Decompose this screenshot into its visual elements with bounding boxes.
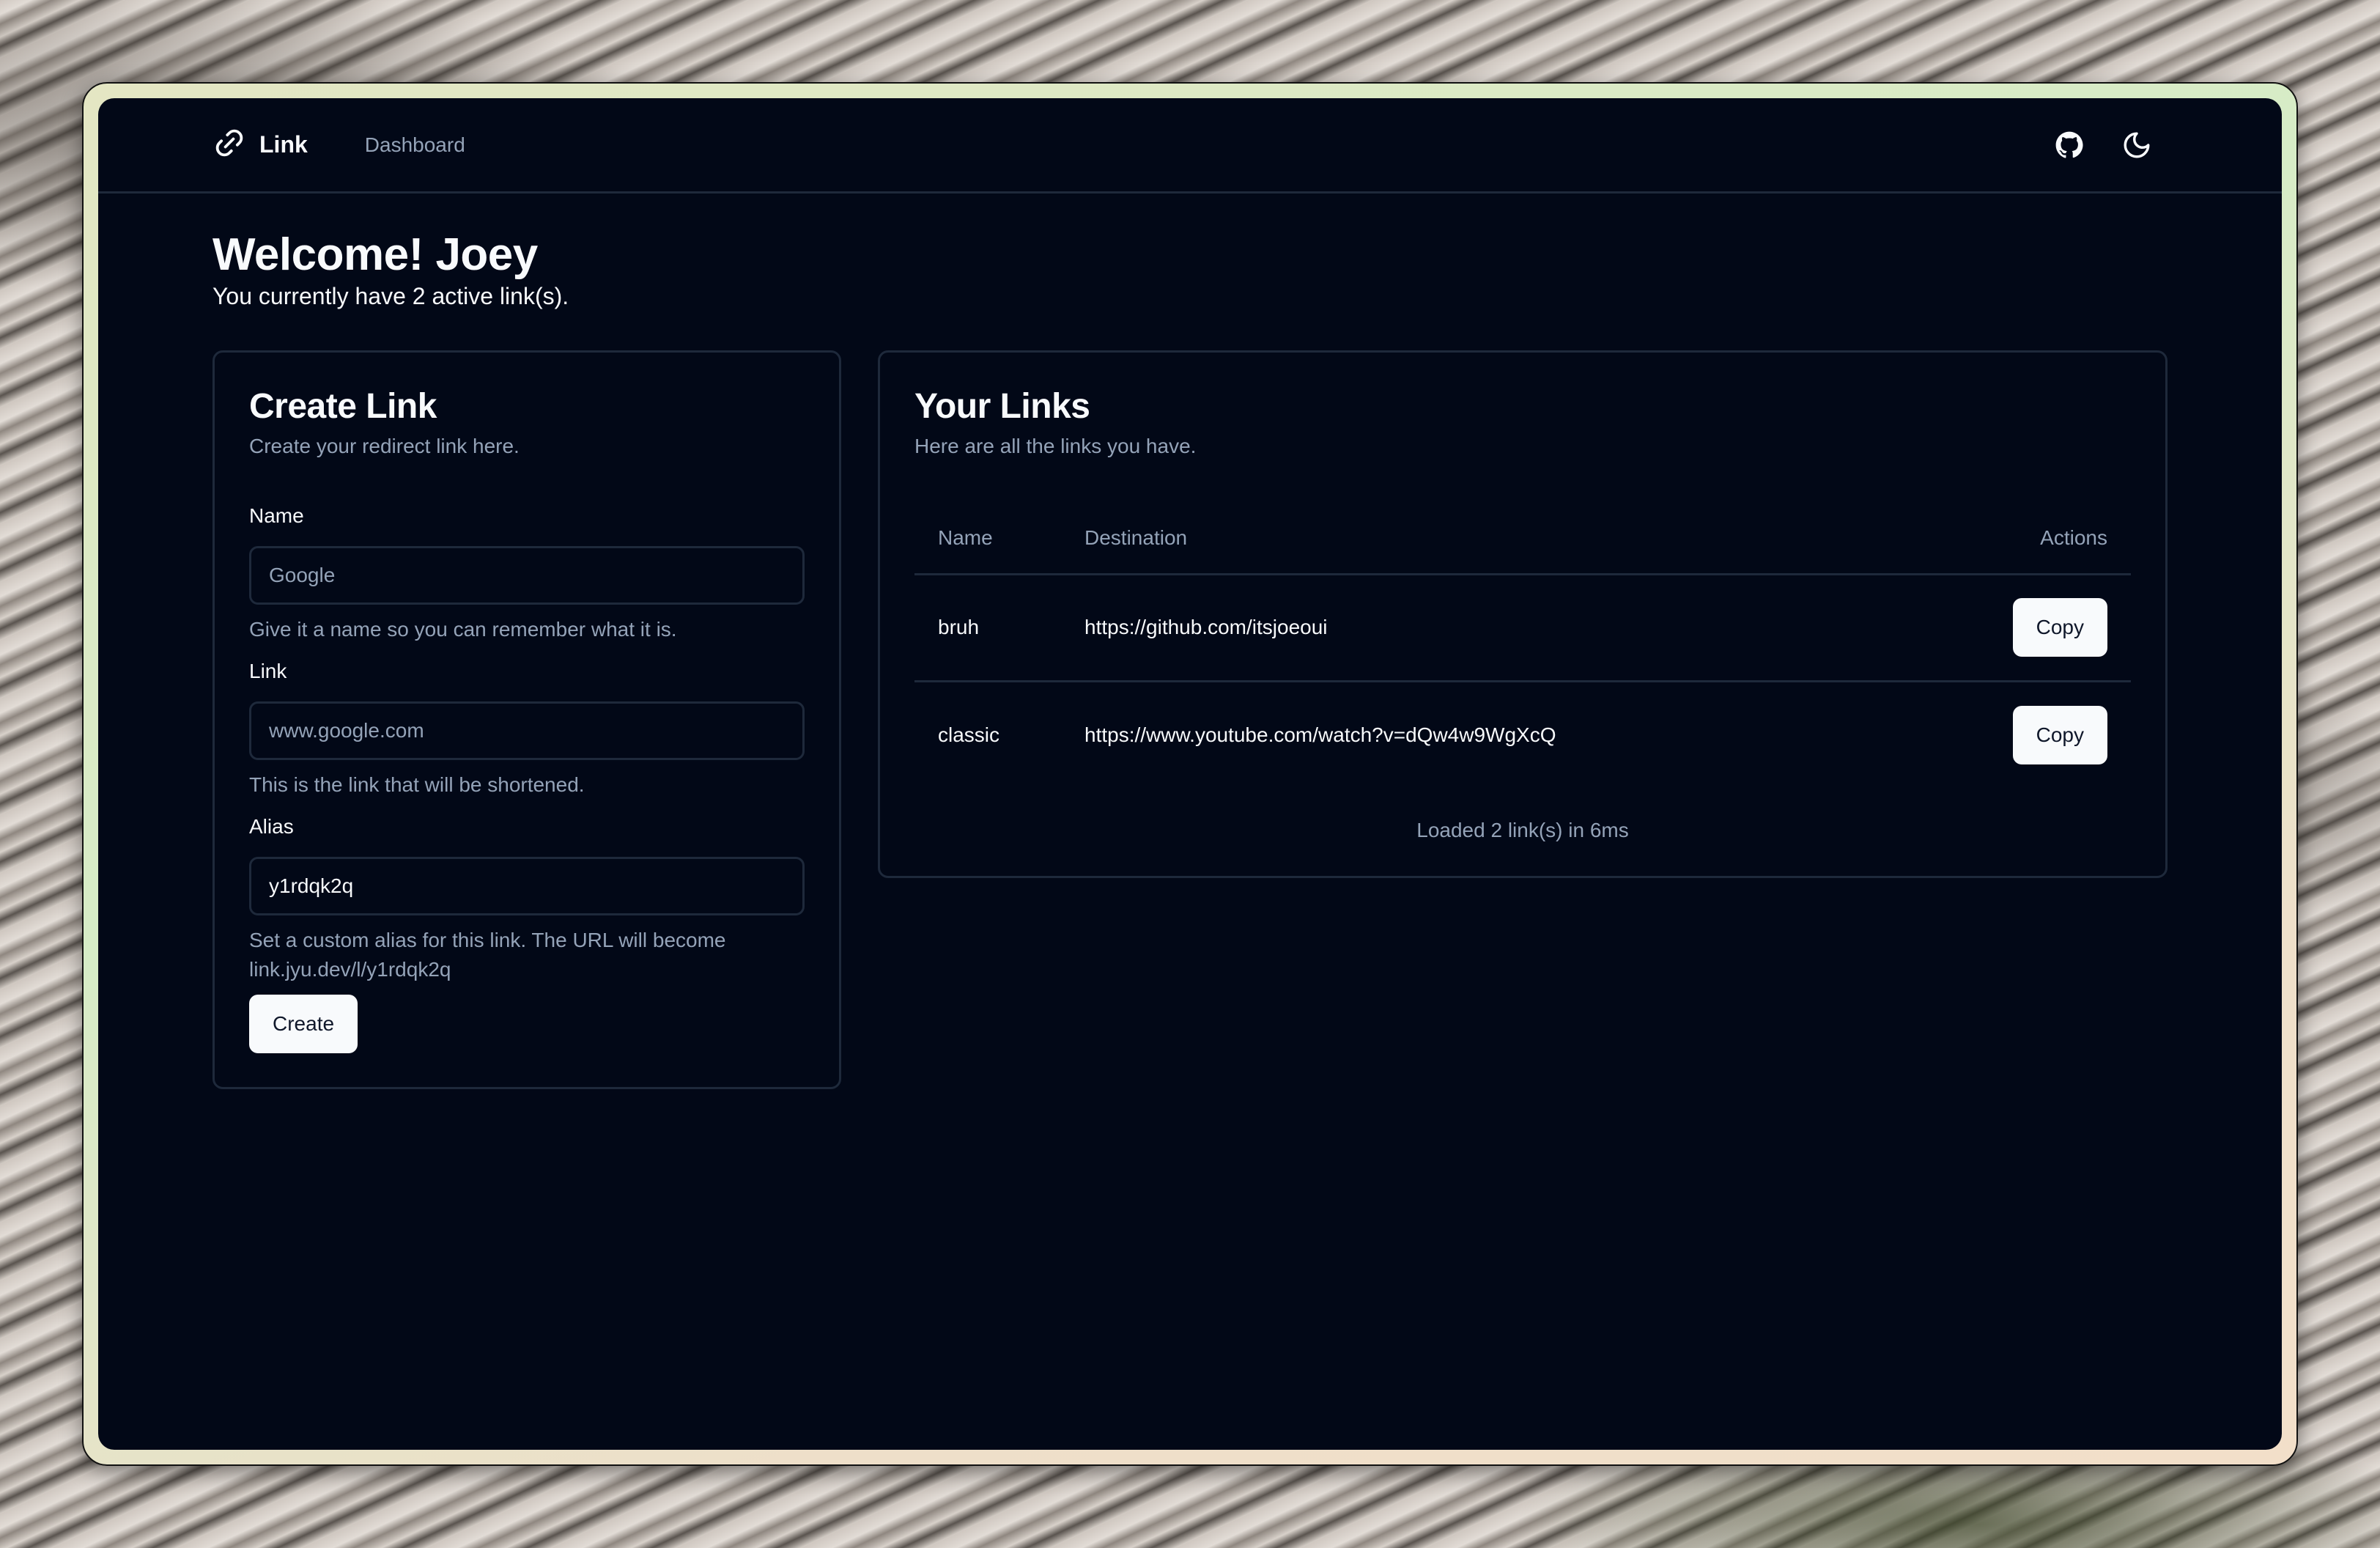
link-label: Link [249, 660, 287, 682]
brand[interactable]: Link [212, 126, 308, 163]
your-links-description: Here are all the links you have. [914, 435, 1197, 457]
github-icon[interactable] [2053, 129, 2085, 161]
create-button[interactable]: Create [249, 995, 358, 1053]
main-content: Welcome! Joey You currently have 2 activ… [98, 229, 2282, 1089]
links-table: Name Destination Actions bruh https://gi… [914, 504, 2131, 788]
navbar: Link Dashboard [98, 98, 2282, 194]
nav-link-dashboard[interactable]: Dashboard [365, 133, 465, 157]
copy-button[interactable]: Copy [2012, 705, 2107, 764]
name-help-text: Give it a name so you can remember what … [249, 618, 677, 641]
link-input[interactable] [249, 701, 805, 760]
alias-input[interactable] [249, 857, 805, 915]
column-header-name: Name [914, 504, 1061, 575]
link-actions: Copy [1902, 681, 2131, 788]
app-window: Link Dashboard Welcome! Joey You current… [98, 98, 2282, 1450]
brand-name: Link [259, 131, 308, 158]
create-link-card: Create Link Create your redirect link he… [212, 350, 841, 1089]
column-header-actions: Actions [1901, 504, 2131, 575]
your-links-card: Your Links Here are all the links you ha… [878, 350, 2168, 878]
alias-label: Alias [249, 815, 294, 838]
link-destination: https://www.youtube.com/watch?v=dQw4w9Wg… [1084, 723, 1556, 746]
cards-row: Create Link Create your redirect link he… [212, 350, 2168, 1089]
moon-icon[interactable] [2121, 129, 2153, 161]
link-icon [212, 126, 246, 163]
window-frame: Link Dashboard Welcome! Joey You current… [82, 82, 2298, 1466]
your-links-title: Your Links [914, 387, 1090, 426]
alias-help-text: Set a custom alias for this link. The UR… [249, 929, 726, 981]
active-links-summary: You currently have 2 active link(s). [212, 283, 569, 309]
table-header-row: Name Destination Actions [914, 504, 2131, 575]
page-title: Welcome! Joey [212, 229, 538, 280]
create-link-description: Create your redirect link here. [249, 435, 520, 457]
copy-button[interactable]: Copy [2012, 598, 2107, 657]
table-row: bruh https://github.com/itsjoeoui Copy [914, 574, 2131, 682]
link-name: bruh [914, 574, 1061, 682]
alias-field-group: Alias Set a custom alias for this link. … [249, 814, 805, 984]
link-destination: https://github.com/itsjoeoui [1061, 574, 1902, 682]
table-row: classic https://www.youtube.com/watch?v=… [914, 681, 2131, 788]
link-actions: Copy [1901, 574, 2131, 682]
column-header-destination: Destination [1061, 504, 1902, 575]
navbar-actions [2053, 129, 2153, 161]
link-help-text: This is the link that will be shortened. [249, 773, 585, 796]
name-label: Name [249, 504, 304, 527]
name-input[interactable] [249, 546, 805, 605]
link-name: classic [938, 723, 1000, 746]
create-link-title: Create Link [249, 387, 437, 426]
link-field-group: Link This is the link that will be short… [249, 659, 805, 800]
load-status-caption: Loaded 2 link(s) in 6ms [1416, 819, 1629, 841]
name-field-group: Name Give it a name so you can remember … [249, 504, 805, 644]
